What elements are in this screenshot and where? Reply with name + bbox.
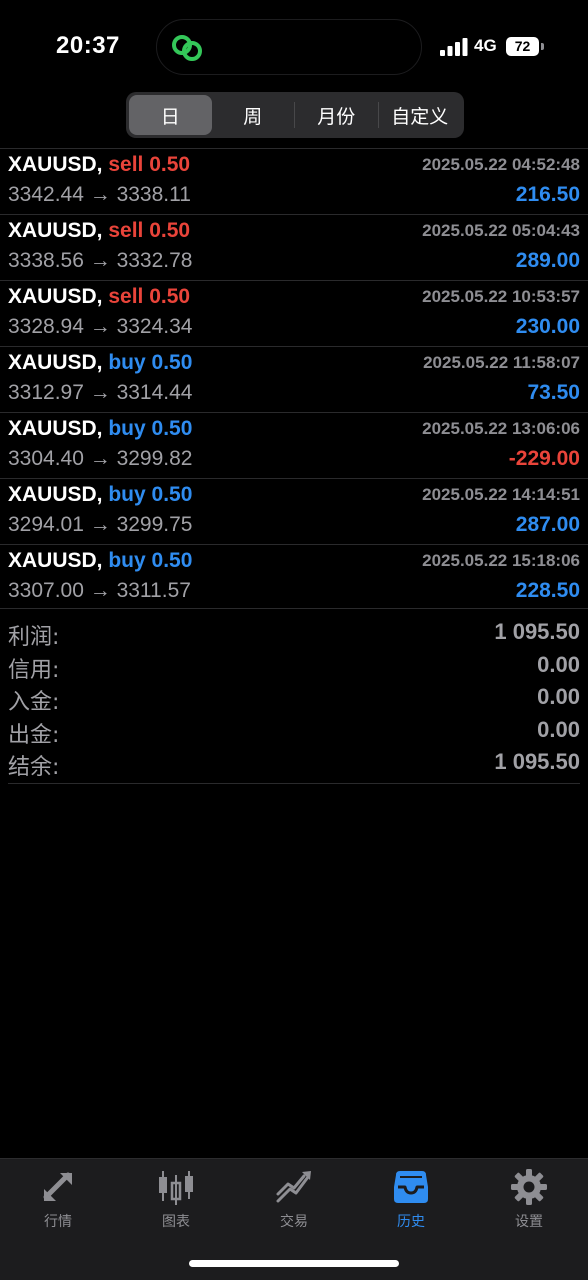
period-tab-month[interactable]: 月份 bbox=[295, 95, 378, 135]
tab-label: 图表 bbox=[162, 1214, 190, 1230]
trade-prices: 3307.00 → 3311.57 bbox=[8, 579, 191, 602]
trade-row[interactable]: XAUUSD, sell 0.50 2025.05.22 10:53:57 33… bbox=[0, 280, 588, 346]
trade-side-volume: sell 0.50 bbox=[108, 153, 191, 176]
trade-side-volume: buy 0.50 bbox=[108, 549, 193, 572]
trade-time: 2025.05.22 05:04:43 bbox=[422, 221, 580, 240]
period-tab-custom[interactable]: 自定义 bbox=[379, 95, 462, 135]
status-bar: 20:37 4G 72 bbox=[0, 0, 588, 88]
tab-quotes[interactable]: 行情 bbox=[8, 1167, 108, 1237]
summary-label: 利润: bbox=[8, 625, 60, 650]
trade-row[interactable]: XAUUSD, sell 0.50 2025.05.22 05:04:43 33… bbox=[0, 214, 588, 280]
summary-row-deposit: 入金: 0.00 bbox=[0, 684, 588, 717]
summary-divider bbox=[8, 783, 580, 784]
tab-label: 交易 bbox=[280, 1214, 308, 1230]
summary-value: 1 095.50 bbox=[494, 619, 580, 644]
chart-icon bbox=[159, 1171, 193, 1205]
trade-prices: 3294.01 → 3299.75 bbox=[8, 513, 193, 536]
trade-row[interactable]: XAUUSD, sell 0.50 2025.05.22 04:52:48 33… bbox=[0, 148, 588, 214]
trade-side-volume: buy 0.50 bbox=[108, 483, 193, 506]
period-segmented-control: 日 周 月份 自定义 bbox=[126, 92, 464, 138]
quotes-icon bbox=[43, 1172, 72, 1201]
status-time: 20:37 bbox=[56, 32, 120, 59]
period-tab-day[interactable]: 日 bbox=[129, 95, 212, 135]
battery-tip bbox=[541, 43, 544, 50]
trade-profit: 73.50 bbox=[527, 381, 580, 404]
summary-label: 出金: bbox=[8, 722, 60, 748]
trade-symbol: XAUUSD, bbox=[8, 153, 103, 176]
trade-prices: 3304.40 → 3299.82 bbox=[8, 447, 193, 470]
tab-trade[interactable]: 交易 bbox=[244, 1167, 344, 1237]
tab-chart[interactable]: 图表 bbox=[126, 1167, 226, 1237]
trade-row[interactable]: XAUUSD, buy 0.50 2025.05.22 14:14:51 329… bbox=[0, 478, 588, 544]
trade-profit: 228.50 bbox=[515, 579, 580, 602]
trade-time: 2025.05.22 15:18:06 bbox=[422, 551, 580, 570]
trade-profit: 287.00 bbox=[515, 513, 580, 536]
tab-history[interactable]: 历史 bbox=[361, 1167, 461, 1237]
cellular-signal-icon bbox=[440, 38, 468, 56]
trade-prices: 3338.56 → 3332.78 bbox=[8, 249, 193, 272]
trade-icon bbox=[276, 1171, 311, 1203]
trade-symbol: XAUUSD, bbox=[8, 219, 103, 242]
trade-profit: -229.00 bbox=[508, 447, 580, 470]
summary-value: 0.00 bbox=[537, 651, 580, 677]
trade-row[interactable]: XAUUSD, buy 0.50 2025.05.22 13:06:06 330… bbox=[0, 412, 588, 478]
trade-time: 2025.05.22 13:06:06 bbox=[422, 419, 580, 438]
dynamic-island[interactable] bbox=[156, 19, 422, 75]
tab-settings[interactable]: 设置 bbox=[479, 1167, 579, 1237]
network-type: 4G bbox=[474, 36, 497, 55]
summary-row-credit: 信用: 0.00 bbox=[0, 652, 588, 685]
account-summary: 利润: 1 095.50 信用: 0.00 入金: 0.00 出金: 0.00 … bbox=[0, 608, 588, 782]
period-tab-week[interactable]: 周 bbox=[212, 95, 295, 135]
home-indicator[interactable] bbox=[189, 1260, 399, 1267]
trade-time: 2025.05.22 11:58:07 bbox=[423, 353, 580, 372]
trade-symbol: XAUUSD, bbox=[8, 351, 103, 374]
trade-history-list: XAUUSD, sell 0.50 2025.05.22 04:52:48 33… bbox=[0, 148, 588, 610]
summary-label: 结余: bbox=[8, 755, 60, 780]
summary-value: 0.00 bbox=[537, 684, 580, 709]
tab-label: 行情 bbox=[44, 1214, 72, 1230]
trade-profit: 230.00 bbox=[515, 315, 580, 338]
trade-time: 2025.05.22 10:53:57 bbox=[422, 287, 580, 306]
summary-row-balance: 结余: 1 095.50 bbox=[0, 749, 588, 782]
summary-row-profit: 利润: 1 095.50 bbox=[0, 619, 588, 652]
battery-level: 72 bbox=[506, 37, 539, 56]
trade-prices: 3312.97 → 3314.44 bbox=[8, 381, 193, 404]
trade-row[interactable]: XAUUSD, buy 0.50 2025.05.22 15:18:06 330… bbox=[0, 544, 588, 610]
trade-symbol: XAUUSD, bbox=[8, 285, 103, 308]
summary-value: 1 095.50 bbox=[494, 749, 580, 774]
trade-side-volume: sell 0.50 bbox=[108, 285, 191, 308]
trade-symbol: XAUUSD, bbox=[8, 483, 103, 506]
battery-icon: 72 bbox=[506, 37, 544, 56]
trade-symbol: XAUUSD, bbox=[8, 549, 103, 572]
trade-symbol: XAUUSD, bbox=[8, 417, 103, 440]
trade-prices: 3328.94 → 3324.34 bbox=[8, 315, 193, 338]
summary-value: 0.00 bbox=[537, 716, 580, 742]
tab-label: 历史 bbox=[397, 1214, 425, 1230]
trade-row[interactable]: XAUUSD, buy 0.50 2025.05.22 11:58:07 331… bbox=[0, 346, 588, 412]
trade-profit: 289.00 bbox=[515, 249, 580, 272]
tab-label: 设置 bbox=[515, 1214, 543, 1230]
trade-time: 2025.05.22 14:14:51 bbox=[422, 485, 580, 504]
summary-label: 入金: bbox=[8, 690, 60, 715]
trade-side-volume: sell 0.50 bbox=[108, 219, 191, 242]
link-icon bbox=[172, 35, 202, 61]
summary-label: 信用: bbox=[8, 657, 60, 683]
trade-side-volume: buy 0.50 bbox=[108, 417, 193, 440]
trade-profit: 216.50 bbox=[515, 183, 580, 206]
settings-icon bbox=[511, 1169, 547, 1205]
trade-side-volume: buy 0.50 bbox=[108, 351, 193, 374]
trade-prices: 3342.44 → 3338.11 bbox=[8, 183, 191, 206]
trade-time: 2025.05.22 04:52:48 bbox=[422, 155, 580, 174]
history-icon bbox=[394, 1171, 428, 1203]
summary-row-withdrawal: 出金: 0.00 bbox=[0, 717, 588, 750]
